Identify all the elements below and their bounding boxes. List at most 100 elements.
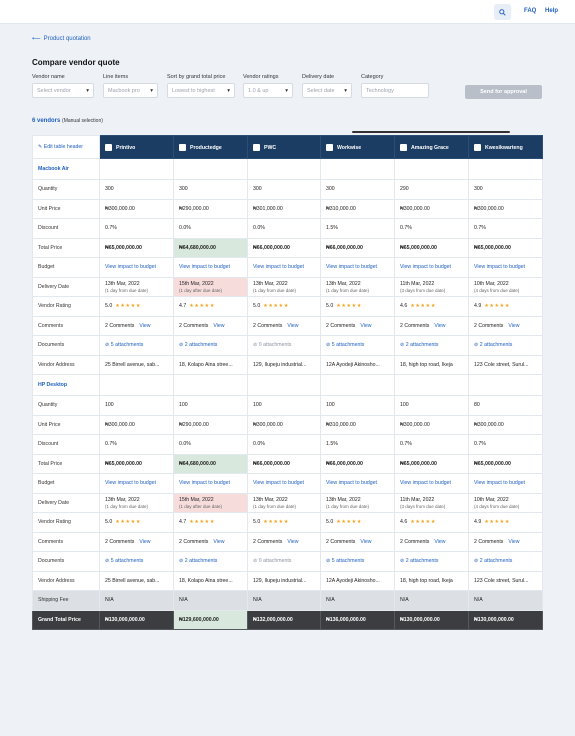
back-link[interactable]: ⟵ Product quotation [32, 35, 91, 43]
view-comments-link[interactable]: View [360, 539, 371, 545]
vendor-checkbox[interactable] [253, 143, 260, 151]
attachments-link[interactable]: ⊘ 2 attachments [474, 342, 512, 348]
section-cell [468, 158, 543, 180]
view-comments-link[interactable]: View [434, 539, 445, 545]
table-cell: 1.5% [320, 218, 395, 239]
view-comments-link[interactable]: View [287, 323, 298, 329]
vendor-checkbox[interactable] [326, 143, 333, 151]
view-comments-link[interactable]: View [434, 323, 445, 329]
documents-cell: ⊘ 5 attachments [99, 335, 174, 356]
star-rating-icon: ★★★★★ [115, 303, 141, 310]
view-impact-to-budget-link[interactable]: View impact to budget [173, 473, 248, 494]
vendor-address-cell: 12A Ayodeji Akinosho... [320, 570, 395, 591]
vendor-checkbox[interactable] [474, 143, 481, 151]
attachments-link[interactable]: ⊘ 5 attachments [326, 558, 364, 564]
filter-select[interactable]: Technology [361, 83, 429, 98]
view-comments-link[interactable]: View [213, 539, 224, 545]
view-comments-link[interactable]: View [287, 539, 298, 545]
attachments-link[interactable]: ⊘ 2 attachments [400, 342, 438, 348]
rating-value: 5.0 [105, 519, 113, 526]
help-link[interactable]: Help [545, 8, 558, 14]
attachments-link[interactable]: ⊘ 2 attachments [179, 558, 217, 564]
view-impact-to-budget-link[interactable]: View impact to budget [173, 257, 248, 278]
view-comments-link[interactable]: View [139, 323, 150, 329]
star-rating-icon: ★★★★★ [410, 519, 436, 526]
vendor-address-cell: 18, Kolapo Aina stree... [173, 354, 248, 375]
comments-cell: 2 Comments View [99, 315, 174, 336]
view-comments-link[interactable]: View [508, 539, 519, 545]
attachments-link[interactable]: ⊘ 5 attachments [105, 342, 143, 348]
vendor-header: Amazing Grace [394, 135, 469, 159]
delivery-date-note: (1 day from due date) [326, 503, 370, 509]
grand-total-cell: ₦136,000,000.00 [320, 609, 395, 630]
table-cell: 0.0% [247, 434, 321, 455]
attachments-link[interactable]: ⊘ 2 attachments [400, 558, 438, 564]
vendor-rating-cell: 4.6 ★★★★★ [394, 296, 469, 317]
view-impact-to-budget-link[interactable]: View impact to budget [320, 257, 395, 278]
filter-select[interactable]: Lowest to highest ▾ [167, 83, 235, 98]
delivery-date-note: (1 day from due date) [105, 287, 149, 293]
filter-select[interactable]: Select vendor ▾ [32, 83, 94, 98]
view-impact-to-budget-link[interactable]: View impact to budget [394, 473, 469, 494]
filter-5: Category Technology [361, 74, 429, 98]
section-row: HP Desktop [32, 374, 543, 396]
vendor-header: Kwesikwarteng [468, 135, 543, 159]
vendor-count: 6 vendors (Manual selection) [32, 118, 103, 124]
section-cell [173, 374, 248, 396]
filter-value: Macbook pro [108, 87, 140, 94]
attachments-link[interactable]: ⊘ 0 attachments [253, 558, 291, 564]
filter-select[interactable]: Select date ▾ [302, 83, 352, 98]
view-comments-link[interactable]: View [508, 323, 519, 329]
row-label: Discount [32, 434, 100, 455]
view-impact-to-budget-link[interactable]: View impact to budget [468, 257, 543, 278]
filter-select[interactable]: Macbook pro ▾ [103, 83, 158, 98]
view-impact-to-budget-link[interactable]: View impact to budget [468, 473, 543, 494]
table-cell: 0.7% [99, 434, 174, 455]
rating-value: 5.0 [326, 519, 334, 526]
back-link-label: Product quotation [43, 35, 91, 42]
view-impact-to-budget-link[interactable]: View impact to budget [99, 257, 174, 278]
row-label: Shipping Fee [32, 590, 100, 611]
view-impact-to-budget-link[interactable]: View impact to budget [247, 257, 321, 278]
documents-cell: ⊘ 5 attachments [99, 551, 174, 572]
shipping-fee-cell: N/A [320, 590, 395, 611]
vendor-rating-cell: 4.6 ★★★★★ [394, 512, 469, 533]
filter-2: Sort by grand total price Lowest to highe… [167, 74, 235, 98]
vendor-checkbox[interactable] [105, 143, 112, 151]
attachments-link[interactable]: ⊘ 2 attachments [474, 558, 512, 564]
view-impact-to-budget-link[interactable]: View impact to budget [247, 473, 321, 494]
vendor-checkbox[interactable] [179, 143, 186, 151]
star-rating-icon: ★★★★★ [484, 303, 510, 310]
documents-cell: ⊘ 0 attachments [247, 335, 321, 356]
total-price-cell: ₦66,000,000.00 [247, 237, 321, 258]
comparison-table: ✎ Edit table header Printivo Productedge PW… [32, 135, 543, 630]
attachments-link[interactable]: ⊘ 0 attachments [253, 342, 291, 348]
row-label: Comments [32, 315, 100, 336]
filter-label: Delivery date [302, 74, 335, 80]
delivery-date-note: (4 days from due date) [474, 287, 520, 293]
view-comments-link[interactable]: View [360, 323, 371, 329]
attachments-label: 2 attachments [405, 342, 439, 349]
search-button[interactable] [494, 4, 511, 20]
total-price-cell: ₦65,000,000.00 [99, 237, 174, 258]
view-comments-link[interactable]: View [139, 539, 150, 545]
horizontal-scrollbar[interactable] [352, 131, 510, 133]
attachments-link[interactable]: ⊘ 2 attachments [179, 342, 217, 348]
edit-table-header-label: Edit table header [43, 144, 84, 150]
vendor-checkbox[interactable] [400, 143, 407, 151]
send-for-approval-button[interactable]: Send for approval [465, 85, 542, 99]
row-label: Budget [32, 257, 100, 278]
attachments-link[interactable]: ⊘ 5 attachments [105, 558, 143, 564]
filter-select[interactable]: 1.0 & up ▾ [243, 83, 293, 98]
attachments-link[interactable]: ⊘ 5 attachments [326, 342, 364, 348]
view-impact-to-budget-link[interactable]: View impact to budget [320, 473, 395, 494]
attachments-label: 2 attachments [479, 558, 513, 565]
view-comments-link[interactable]: View [213, 323, 224, 329]
table-cell: 100 [173, 395, 248, 416]
edit-table-header-button[interactable]: ✎ Edit table header [32, 135, 100, 159]
vendor-rating-cell: 4.9 ★★★★★ [468, 296, 543, 317]
view-impact-to-budget-link[interactable]: View impact to budget [99, 473, 174, 494]
faq-link[interactable]: FAQ [524, 8, 536, 14]
view-impact-to-budget-link[interactable]: View impact to budget [394, 257, 469, 278]
delivery-date-cell: 13th Mar, 2022 (1 day from due date) [320, 276, 395, 297]
